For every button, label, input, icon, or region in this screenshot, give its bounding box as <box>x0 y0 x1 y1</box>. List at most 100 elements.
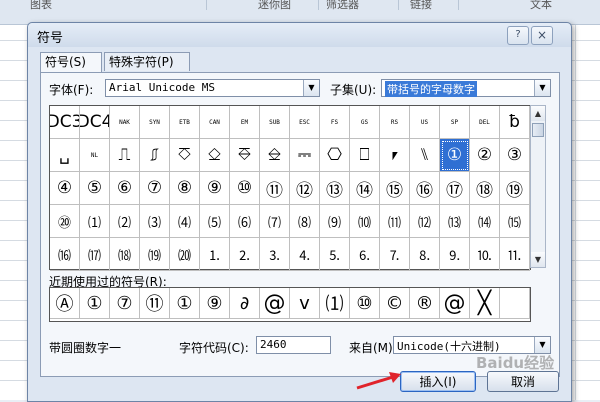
symbol-cell[interactable]: ⒁ <box>470 205 500 238</box>
scroll-thumb[interactable] <box>532 123 544 137</box>
subset-dropdown[interactable]: 带括号的字母数字 ▼ <box>381 79 551 97</box>
symbol-cell[interactable]: ⎎ <box>140 139 170 172</box>
help-button[interactable]: ? <box>507 26 529 45</box>
recent-symbol-cell[interactable]: ⑪ <box>140 288 170 319</box>
symbol-cell[interactable]: ⑳ <box>50 205 80 238</box>
symbol-cell[interactable]: ⑾ <box>380 205 410 238</box>
symbol-cell[interactable]: DEL <box>470 106 500 139</box>
tab-special-characters[interactable]: 特殊字符(P) <box>104 52 190 71</box>
chevron-down-icon[interactable]: ▼ <box>534 337 550 353</box>
recent-symbol-cell[interactable]: @ <box>440 288 470 319</box>
symbol-cell[interactable]: ⑽ <box>350 205 380 238</box>
symbol-cell[interactable]: ⑰ <box>440 172 470 205</box>
symbol-cell[interactable]: ⑸ <box>200 205 230 238</box>
symbol-cell[interactable]: ⒈ <box>200 238 230 271</box>
recent-symbol-cell[interactable]: ⑨ <box>200 288 230 319</box>
symbol-cell[interactable]: ⑪ <box>260 172 290 205</box>
symbol-cell[interactable]: ESC <box>290 106 320 139</box>
symbol-grid-scrollbar[interactable]: ▲ ▼ <box>530 105 546 268</box>
symbol-cell[interactable]: ⎏ <box>170 139 200 172</box>
symbol-cell[interactable]: NL <box>80 139 110 172</box>
symbol-cell[interactable]: ⑮ <box>380 172 410 205</box>
chevron-down-icon[interactable]: ▼ <box>534 80 550 96</box>
recent-symbol-cell[interactable]: © <box>380 288 410 319</box>
symbol-cell[interactable]: ⒂ <box>500 205 530 238</box>
recent-symbols-row[interactable]: Ⓐ ① ⑦ ⑪ ① ⑨ ∂ @ ⅴ ⑴ ⑩ © ® @ ╳ <box>49 287 531 322</box>
symbol-cell[interactable]: ⒌ <box>320 238 350 271</box>
character-code-input[interactable]: 2460 <box>256 336 331 354</box>
symbol-cell[interactable]: SP <box>440 106 470 139</box>
symbol-cell[interactable]: ⑷ <box>170 205 200 238</box>
symbol-cell[interactable]: ⑩ <box>230 172 260 205</box>
symbol-cell[interactable]: ① <box>440 139 470 172</box>
symbol-cell[interactable]: ② <box>470 139 500 172</box>
symbol-cell[interactable]: ␣ <box>50 139 80 172</box>
symbol-grid[interactable]: DC3DC4NAKSYNETBCANEMSUBESCFSGSRSUSSPDELƀ… <box>49 105 531 271</box>
symbol-cell[interactable]: ⑼ <box>320 205 350 238</box>
symbol-cell[interactable]: ⎕ <box>350 139 380 172</box>
recent-symbol-cell[interactable]: ⅴ <box>290 288 320 319</box>
symbol-cell[interactable]: ⑲ <box>500 172 530 205</box>
symbol-cell[interactable]: ⒀ <box>440 205 470 238</box>
symbol-cell[interactable]: ƀ <box>500 106 530 139</box>
symbol-cell[interactable]: ⒇ <box>170 238 200 271</box>
recent-symbol-cell[interactable]: ① <box>80 288 110 319</box>
symbol-cell[interactable]: ⒅ <box>110 238 140 271</box>
symbol-cell[interactable]: GS <box>350 106 380 139</box>
symbol-cell[interactable]: ⒎ <box>380 238 410 271</box>
recent-symbol-cell[interactable]: ⑩ <box>350 288 380 319</box>
symbol-cell[interactable]: ⑨ <box>200 172 230 205</box>
symbol-cell[interactable]: US <box>410 106 440 139</box>
symbol-cell[interactable]: ⑵ <box>110 205 140 238</box>
recent-symbol-cell[interactable]: ╳ <box>470 288 500 319</box>
symbol-cell[interactable]: ⑥ <box>110 172 140 205</box>
symbol-cell[interactable]: ⑬ <box>320 172 350 205</box>
chevron-down-icon[interactable]: ▼ <box>303 80 319 96</box>
symbol-cell[interactable]: ⒋ <box>290 238 320 271</box>
cancel-button[interactable]: 取消 <box>487 371 559 392</box>
symbol-cell[interactable]: ⎖ <box>380 139 410 172</box>
symbol-cell[interactable]: NAK <box>110 106 140 139</box>
symbol-cell[interactable]: ⒆ <box>140 238 170 271</box>
tab-symbols[interactable]: 符号(S) <box>40 52 102 73</box>
close-button[interactable]: × <box>531 26 553 45</box>
recent-symbol-cell[interactable]: ① <box>170 288 200 319</box>
symbol-cell[interactable]: SUB <box>260 106 290 139</box>
symbol-cell[interactable]: ④ <box>50 172 80 205</box>
symbol-cell[interactable]: ⑧ <box>170 172 200 205</box>
recent-symbol-cell[interactable] <box>500 288 530 319</box>
recent-symbol-cell[interactable]: Ⓐ <box>50 288 80 319</box>
symbol-cell[interactable]: RS <box>380 106 410 139</box>
symbol-cell[interactable]: ⑫ <box>290 172 320 205</box>
symbol-cell[interactable]: ⑊ <box>410 139 440 172</box>
recent-symbol-cell[interactable]: @ <box>260 288 290 319</box>
symbol-cell[interactable]: ⑤ <box>80 172 110 205</box>
symbol-cell[interactable]: ⒏ <box>410 238 440 271</box>
scroll-up-icon[interactable]: ▲ <box>531 106 545 121</box>
font-dropdown[interactable]: Arial Unicode MS ▼ <box>105 79 320 97</box>
symbol-cell[interactable]: ⒐ <box>440 238 470 271</box>
symbol-cell[interactable]: DC4 <box>80 106 110 139</box>
symbol-cell[interactable]: ⎍ <box>110 139 140 172</box>
symbol-cell[interactable]: ⑴ <box>80 205 110 238</box>
recent-symbol-cell[interactable]: ∂ <box>230 288 260 319</box>
symbol-cell[interactable]: ⑶ <box>140 205 170 238</box>
symbol-cell[interactable]: SYN <box>140 106 170 139</box>
symbol-cell[interactable]: ⑦ <box>140 172 170 205</box>
symbol-cell[interactable]: ⒄ <box>80 238 110 271</box>
symbol-cell[interactable]: ⑹ <box>230 205 260 238</box>
symbol-cell[interactable]: ⒉ <box>230 238 260 271</box>
symbol-cell[interactable]: ⎔ <box>320 139 350 172</box>
symbol-cell[interactable]: ③ <box>500 139 530 172</box>
symbol-cell[interactable]: ⎒ <box>260 139 290 172</box>
symbol-cell[interactable]: ETB <box>170 106 200 139</box>
recent-symbol-cell[interactable]: ⑦ <box>110 288 140 319</box>
symbol-cell[interactable]: ⒒ <box>500 238 530 271</box>
symbol-cell[interactable]: ⑭ <box>350 172 380 205</box>
symbol-cell[interactable]: ⑿ <box>410 205 440 238</box>
symbol-cell[interactable]: ⑱ <box>470 172 500 205</box>
scroll-down-icon[interactable]: ▼ <box>531 252 545 267</box>
symbol-cell[interactable]: ⒃ <box>50 238 80 271</box>
symbol-cell[interactable]: FS <box>320 106 350 139</box>
symbol-cell[interactable]: ⑺ <box>260 205 290 238</box>
